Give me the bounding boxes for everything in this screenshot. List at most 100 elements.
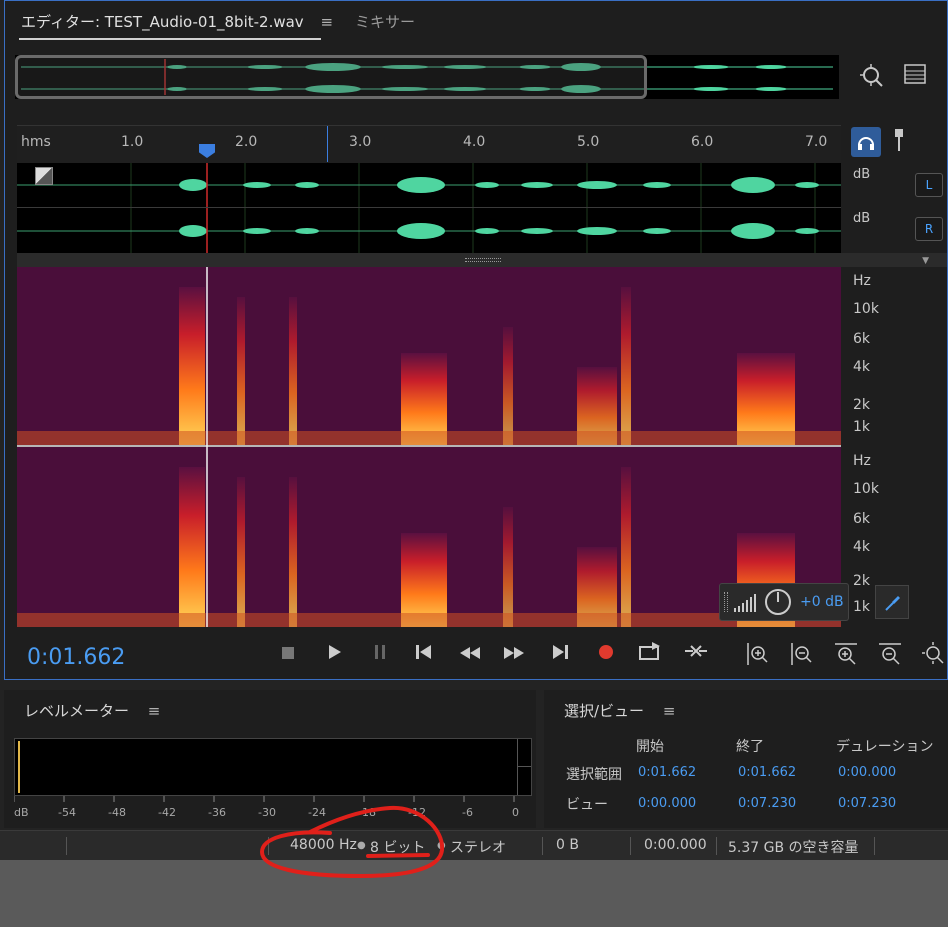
- editor-panel: エディター: TEST_Audio-01_8bit-2.wav ≡ ミキサー h…: [4, 0, 948, 680]
- fast-forward-button[interactable]: [499, 641, 529, 669]
- row-label-selection: 選択範囲: [566, 767, 622, 783]
- stop-button[interactable]: [273, 641, 303, 669]
- meter-scale-label: -42: [158, 806, 176, 819]
- clip-indicator-left[interactable]: [517, 739, 531, 767]
- level-meter-bar: [14, 738, 532, 796]
- clip-indicator-right[interactable]: [517, 767, 531, 795]
- zoom-full-icon[interactable]: [919, 641, 948, 669]
- pin-hud-icon[interactable]: [875, 585, 909, 619]
- zoom-out-amplitude-icon[interactable]: [785, 641, 815, 669]
- zoom-in-amplitude-icon[interactable]: [741, 641, 771, 669]
- meter-scale-label: -18: [358, 806, 376, 819]
- overview-view-range[interactable]: [15, 55, 647, 99]
- status-separator: [66, 837, 67, 855]
- selection-view-panel: 選択/ビュー ≡ 開始 終了 デュレーション 選択範囲 0:01.662 0:0…: [544, 690, 948, 828]
- zoom-in-time-icon[interactable]: [831, 641, 861, 669]
- meter-scale-label: -30: [258, 806, 276, 819]
- recorded-duration: 0:00.000: [644, 837, 707, 853]
- view-start[interactable]: 0:00.000: [638, 796, 696, 811]
- hz-label: 4k: [853, 539, 871, 555]
- free-disk-space: 5.37 GB の空き容量: [728, 840, 859, 856]
- ruler-label: 3.0: [349, 134, 372, 150]
- list-view-icon[interactable]: [901, 63, 929, 91]
- zoom-out-time-icon[interactable]: [875, 641, 905, 669]
- ruler-label: 4.0: [463, 134, 486, 150]
- active-tab-underline: [19, 38, 321, 40]
- volume-bars-icon: [734, 594, 756, 612]
- level-meter-title: レベルメーター ≡: [24, 700, 160, 721]
- meter-scale-label: -24: [308, 806, 326, 819]
- view-splitter[interactable]: ▼: [17, 253, 947, 267]
- spectral-display[interactable]: [17, 267, 841, 627]
- gain-value[interactable]: +0 dB: [800, 594, 844, 610]
- channel-format: ステレオ: [450, 840, 506, 856]
- meter-scale-label: -54: [58, 806, 76, 819]
- meter-level-indicator: [18, 741, 20, 793]
- pin-icon[interactable]: [889, 127, 909, 157]
- headphones-icon[interactable]: [851, 127, 881, 157]
- drag-handle-icon[interactable]: [724, 592, 728, 612]
- db-label-top: dB: [853, 167, 871, 182]
- left-channel-button[interactable]: L: [915, 173, 943, 197]
- row-label-view: ビュー: [566, 797, 608, 813]
- gain-knob-icon[interactable]: [764, 588, 792, 616]
- hz-label: Hz: [853, 273, 871, 289]
- channel-divider: [17, 207, 841, 208]
- rewind-button[interactable]: [455, 641, 485, 669]
- status-separator: [630, 837, 631, 855]
- current-time[interactable]: 0:01.662: [27, 645, 125, 670]
- hz-label: 2k: [853, 397, 871, 413]
- overview-strip[interactable]: [15, 55, 839, 99]
- channel-toggle-icon[interactable]: [35, 167, 53, 185]
- level-meter-panel: レベルメーター ≡ dB -54 -48 -42 -36 -30 -24 -18…: [4, 690, 536, 828]
- meter-ticks: [14, 796, 515, 802]
- selection-end[interactable]: 0:01.662: [738, 765, 796, 780]
- chevron-down-icon[interactable]: ▼: [922, 256, 929, 266]
- status-separator: [874, 837, 875, 855]
- bit-depth: 8 ビット: [370, 840, 426, 856]
- zoom-navigator-icon[interactable]: [857, 63, 887, 91]
- level-meter-title-text: レベルメーター: [24, 702, 130, 720]
- bullet-icon: ●: [437, 840, 446, 851]
- meter-scale-label: -36: [208, 806, 226, 819]
- tab-mixer[interactable]: ミキサー: [355, 11, 415, 32]
- hz-label: 6k: [853, 511, 871, 527]
- hz-label: 6k: [853, 331, 871, 347]
- ruler-unit: hms: [21, 134, 51, 150]
- splitter-grip-icon[interactable]: [465, 258, 501, 262]
- loop-playback-button[interactable]: [635, 641, 665, 669]
- tab-editor-label: エディター: TEST_Audio-01_8bit-2.wav: [21, 13, 304, 31]
- view-end[interactable]: 0:07.230: [738, 796, 796, 811]
- meter-scale-label: -6: [462, 806, 473, 819]
- playhead-handle[interactable]: [199, 144, 215, 158]
- tab-editor[interactable]: エディター: TEST_Audio-01_8bit-2.wav ≡: [21, 11, 333, 32]
- skip-selection-button[interactable]: [681, 641, 711, 669]
- waveform-display[interactable]: [17, 163, 841, 253]
- meter-scale-label: dB: [14, 806, 29, 819]
- hz-label: 10k: [853, 301, 879, 317]
- selection-duration[interactable]: 0:00.000: [838, 765, 896, 780]
- column-header-end: 終了: [736, 739, 764, 755]
- hz-label: 4k: [853, 359, 871, 375]
- ruler-label: 2.0: [235, 134, 258, 150]
- meter-scale-label: 0: [512, 806, 519, 819]
- ruler-label: 1.0: [121, 134, 144, 150]
- pause-button[interactable]: [365, 641, 395, 669]
- timeline-ruler[interactable]: hms 1.0 2.0 3.0 4.0 5.0 6.0 7.0: [17, 125, 841, 163]
- hz-label: 1k: [853, 599, 871, 615]
- right-channel-button[interactable]: R: [915, 217, 943, 241]
- panel-menu-icon[interactable]: ≡: [320, 13, 333, 31]
- go-to-end-button[interactable]: [545, 641, 575, 669]
- panel-menu-icon[interactable]: ≡: [148, 702, 161, 720]
- column-header-start: 開始: [636, 739, 664, 755]
- selection-start[interactable]: 0:01.662: [638, 765, 696, 780]
- play-button[interactable]: [319, 641, 349, 669]
- hz-label: 2k: [853, 573, 871, 589]
- record-button[interactable]: [591, 641, 621, 669]
- panel-tabs: エディター: TEST_Audio-01_8bit-2.wav ≡ ミキサー: [5, 1, 947, 45]
- view-duration[interactable]: 0:07.230: [838, 796, 896, 811]
- go-to-start-button[interactable]: [409, 641, 439, 669]
- sample-rate: 48000 Hz: [290, 837, 357, 853]
- panel-menu-icon[interactable]: ≡: [663, 702, 676, 720]
- gain-hud[interactable]: +0 dB: [719, 583, 849, 621]
